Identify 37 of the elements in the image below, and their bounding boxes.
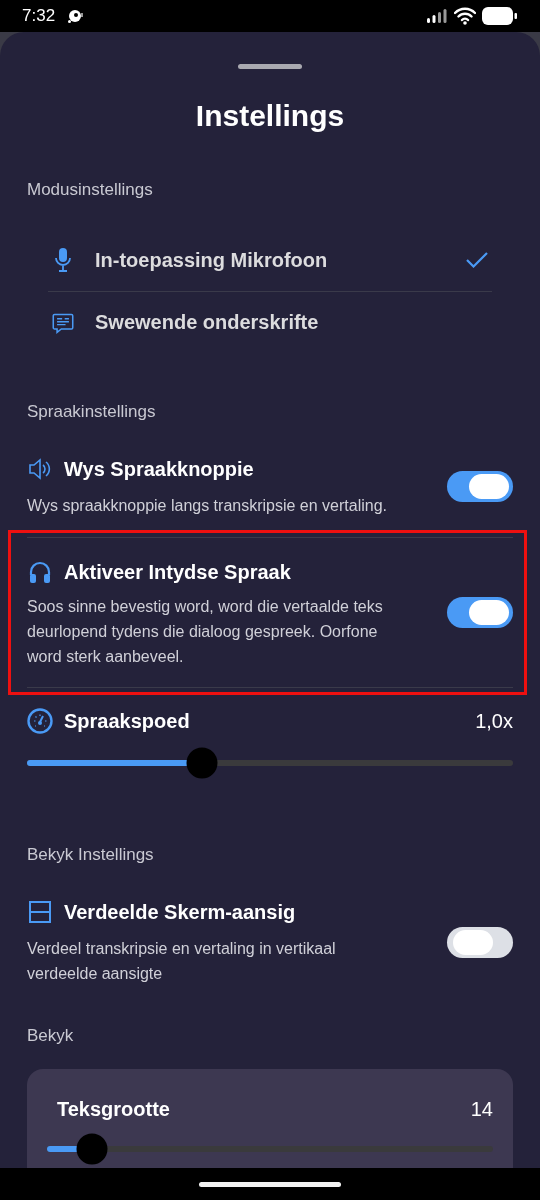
mode-option[interactable]: In-toepassing Mikrofoon (48, 229, 492, 291)
section-heading: Bekyk Instellings (27, 844, 155, 866)
speedometer-icon (27, 708, 53, 734)
section-heading: Modusinstellings (27, 179, 154, 201)
setting-description: Soos sinne bevestig word, word die vertaalde teks deurlopend tydens die dialoog gespreek. Oorfone word sterk aanbeveel. (27, 597, 384, 667)
setting-title: Teksgrootte (57, 1097, 171, 1121)
speaker-icon (27, 458, 53, 480)
setting-title: Wys Spraakknoppie (64, 457, 254, 481)
setting-value: 14 (470, 1097, 493, 1121)
slider-thumb[interactable] (76, 1133, 108, 1164)
wifi-icon (454, 7, 476, 25)
setting-title: Aktiveer Intydse Spraak (64, 560, 291, 584)
setting-title: Verdeelde Skerm-aansig (64, 900, 296, 924)
section-heading: Spraakinstellings (27, 401, 157, 423)
setting-description: Wys spraakknoppie langs transkripsie en vertaling. (27, 496, 389, 516)
signal-icon (426, 8, 448, 24)
setting-title: Spraakspoed (64, 709, 191, 733)
checkmark-icon (466, 252, 488, 268)
toggle-switch[interactable] (447, 471, 513, 502)
slider-thumb[interactable] (186, 747, 218, 778)
battery-icon (482, 6, 518, 26)
slider[interactable] (47, 1133, 493, 1164)
setting-value: 1,0x (475, 709, 513, 733)
mode-option[interactable]: Swewende onderskrifte (48, 291, 492, 353)
clock: 7:32 (22, 6, 56, 26)
split-view-icon (27, 900, 53, 924)
notification-icon (67, 8, 84, 24)
sheet-title: Instellings (194, 98, 346, 134)
slider[interactable] (27, 747, 513, 778)
toggle-switch[interactable] (447, 926, 513, 958)
setting-description: Verdeel transkripsie en vertaling in vertikaal verdeelde aansigte (27, 939, 337, 984)
section-heading: Bekyk (27, 1025, 75, 1047)
microphone-icon (52, 247, 74, 273)
toggle-switch[interactable] (447, 597, 513, 628)
drag-handle[interactable] (238, 64, 302, 69)
home-indicator[interactable] (199, 1181, 341, 1187)
headphones-icon (27, 560, 53, 584)
